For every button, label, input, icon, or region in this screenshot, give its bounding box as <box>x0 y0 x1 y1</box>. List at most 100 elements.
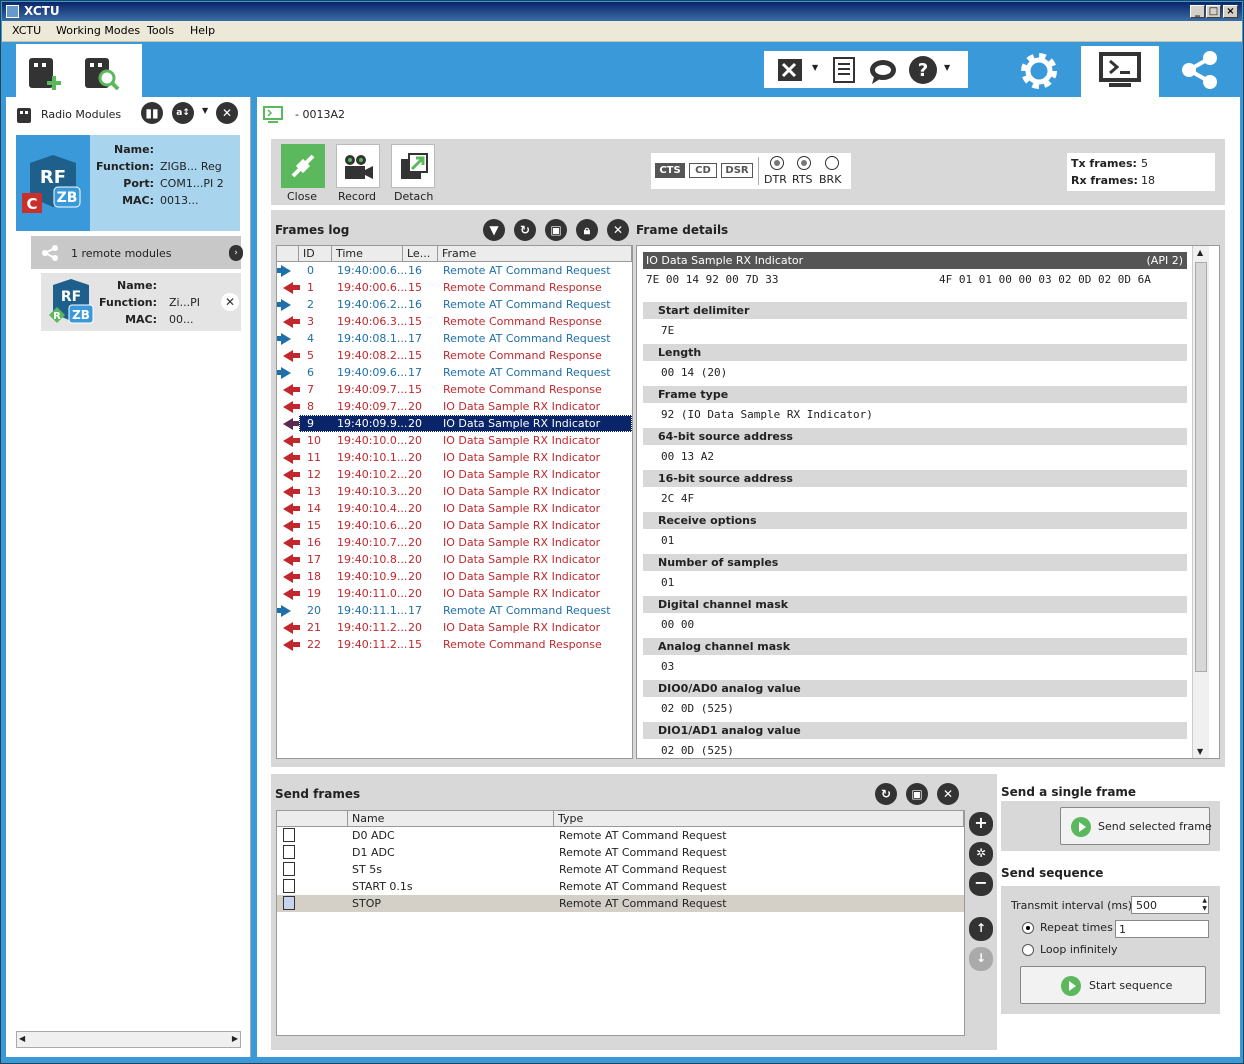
col-type[interactable]: Type <box>554 811 964 827</box>
send-frame-row[interactable]: START 0.1s Remote AT Command Request <box>277 878 964 895</box>
send-frame-row[interactable]: ST 5s Remote AT Command Request <box>277 861 964 878</box>
clear-frames-icon[interactable]: ✕ <box>607 219 629 241</box>
frame-row[interactable]: 5 19:40:08.2... 15 Remote Command Response <box>277 347 631 364</box>
interval-input[interactable]: 500 ▲ ▼ <box>1131 896 1209 914</box>
frame-row[interactable]: 16 19:40:10.7... 20 IO Data Sample RX Indic… <box>277 534 631 551</box>
frame-row[interactable]: 10 19:40:10.0... 20 IO Data Sample RX Indic… <box>277 432 631 449</box>
detach-button[interactable] <box>391 144 435 188</box>
save-send-frames-icon[interactable]: ▣ <box>906 783 928 805</box>
remove-all-modules-icon[interactable]: ✕ <box>216 102 238 124</box>
tools-icon[interactable] <box>776 57 804 83</box>
frame-row[interactable]: 15 19:40:10.6... 20 IO Data Sample RX Indic… <box>277 517 631 534</box>
frame-row[interactable]: 0 19:40:00.6... 16 Remote AT Command Reques… <box>277 262 631 279</box>
close-connection-button[interactable] <box>281 144 325 188</box>
frame-row[interactable]: 4 19:40:08.1... 17 Remote AT Command Reques… <box>277 330 631 347</box>
loop-infinitely-radio[interactable] <box>1022 944 1034 956</box>
frame-row[interactable]: 2 19:40:06.2... 16 Remote AT Command Reques… <box>277 296 631 313</box>
scroll-up-icon[interactable]: ▲ <box>1197 248 1203 257</box>
rts-toggle[interactable] <box>797 156 811 170</box>
help-dropdown-icon[interactable]: ▼ <box>944 63 950 72</box>
save-frames-icon[interactable]: ▣ <box>545 219 567 241</box>
col-frame[interactable]: Frame <box>438 246 632 262</box>
scroll-left-icon[interactable]: ◀ <box>19 1034 25 1043</box>
send-frame-row[interactable]: D0 ADC Remote AT Command Request <box>277 827 964 844</box>
add-frame-icon[interactable]: + <box>969 812 993 836</box>
remove-remote-icon[interactable]: ✕ <box>221 293 239 311</box>
help-icon[interactable]: ? <box>908 55 938 85</box>
repeat-times-radio[interactable] <box>1022 922 1034 934</box>
send-frame-row[interactable]: STOP Remote AT Command Request <box>277 895 964 912</box>
frame-type: IO Data Sample RX Indicator <box>443 451 601 464</box>
menu-working-modes[interactable]: Working Modes <box>56 24 140 37</box>
move-down-icon[interactable]: ↓ <box>969 947 993 971</box>
frame-row[interactable]: 1 19:40:00.6... 15 Remote Command Response <box>277 279 631 296</box>
consoles-mode-tab[interactable] <box>1081 46 1159 97</box>
frame-row[interactable]: 20 19:40:11.1... 17 Remote AT Command Reque… <box>277 602 631 619</box>
local-module-info: Name: Function: ZIGB... Reg Port: COM1..… <box>90 135 240 231</box>
load-send-frames-icon[interactable]: ↻ <box>875 783 897 805</box>
frame-id: 11 <box>307 451 321 464</box>
interval-down-icon[interactable]: ▼ <box>1202 905 1207 912</box>
edit-frame-icon[interactable]: ✲ <box>969 842 993 866</box>
minimize-button[interactable]: _ <box>1190 5 1205 18</box>
local-module-card[interactable]: RF ZB C Name: Function: ZIGB... Reg Port… <box>16 135 240 231</box>
configuration-mode-icon[interactable] <box>1018 50 1060 92</box>
sort-modules-icon[interactable]: a↕ <box>172 102 194 124</box>
frame-row[interactable]: 17 19:40:10.8... 20 IO Data Sample RX Indic… <box>277 551 631 568</box>
field-value: 92 (IO Data Sample RX Indicator) <box>661 408 873 421</box>
move-up-icon[interactable]: ↑ <box>969 917 993 941</box>
remove-frame-icon[interactable]: − <box>969 872 993 896</box>
frame-row[interactable]: 13 19:40:10.3... 20 IO Data Sample RX Indic… <box>277 483 631 500</box>
col-name[interactable]: Name <box>348 811 554 827</box>
dtr-toggle[interactable] <box>770 156 784 170</box>
network-mode-icon[interactable] <box>1178 48 1222 92</box>
lock-scroll-icon[interactable]: 🔒︎ <box>576 219 598 241</box>
frame-row[interactable]: 8 19:40:09.7... 20 IO Data Sample RX Indica… <box>277 398 631 415</box>
filter-frames-icon[interactable]: ▼ <box>483 219 505 241</box>
frame-row[interactable]: 6 19:40:09.6... 17 Remote AT Command Reques… <box>277 364 631 381</box>
frame-row[interactable]: 14 19:40:10.4... 20 IO Data Sample RX Indic… <box>277 500 631 517</box>
remote-modules-header[interactable]: 1 remote modules › <box>31 236 243 269</box>
send-selected-frame-button[interactable]: Send selected frame <box>1060 807 1212 845</box>
feedback-icon[interactable] <box>868 57 900 85</box>
maximize-button[interactable]: □ <box>1206 5 1221 18</box>
scroll-right-icon[interactable]: ▶ <box>232 1034 238 1043</box>
start-sequence-button[interactable]: Start sequence <box>1020 966 1206 1004</box>
details-scrollbar[interactable]: ▲ ▼ <box>1192 246 1209 758</box>
frame-row[interactable]: 18 19:40:10.9... 20 IO Data Sample RX Indic… <box>277 568 631 585</box>
tools-dropdown-icon[interactable]: ▼ <box>812 63 818 72</box>
menu-xctu[interactable]: XCTU <box>12 24 41 37</box>
frame-row[interactable]: 21 19:40:11.2... 20 IO Data Sample RX Indic… <box>277 619 631 636</box>
record-button[interactable] <box>336 144 380 188</box>
send-frame-row[interactable]: D1 ADC Remote AT Command Request <box>277 844 964 861</box>
add-device-icon[interactable] <box>26 54 64 92</box>
frames-generator-icon[interactable] <box>832 56 856 84</box>
frame-row[interactable]: 19 19:40:11.0... 20 IO Data Sample RX Indic… <box>277 585 631 602</box>
frame-row[interactable]: 7 19:40:09.7... 15 Remote Command Response <box>277 381 631 398</box>
frame-row[interactable]: 3 19:40:06.3... 15 Remote Command Response <box>277 313 631 330</box>
menu-help[interactable]: Help <box>190 24 215 37</box>
scroll-thumb[interactable] <box>1195 262 1207 672</box>
brk-toggle[interactable] <box>825 156 839 170</box>
filter-modules-icon[interactable]: ▮▮ <box>141 102 163 124</box>
collapse-remote-icon[interactable]: › <box>229 245 243 261</box>
sort-dropdown-icon[interactable]: ▼ <box>202 106 208 115</box>
col-length[interactable]: Le... <box>403 246 438 262</box>
remote-modules-count: 1 remote modules <box>71 247 172 260</box>
clear-send-frames-icon[interactable]: ✕ <box>937 783 959 805</box>
discover-devices-icon[interactable] <box>82 54 122 92</box>
frame-row[interactable]: 22 19:40:11.2... 15 Remote Command Response <box>277 636 631 653</box>
col-time[interactable]: Time <box>332 246 403 262</box>
horizontal-scrollbar[interactable]: ◀ ▶ <box>16 1031 241 1048</box>
load-frames-icon[interactable]: ↻ <box>514 219 536 241</box>
col-id[interactable]: ID <box>299 246 332 262</box>
repeat-times-input[interactable]: 1 <box>1115 920 1209 938</box>
close-window-button[interactable]: × <box>1223 5 1238 18</box>
remote-module-card[interactable]: RF ZB R Name: Function: Zi...PI MAC: 00.… <box>41 273 241 331</box>
menu-tools[interactable]: Tools <box>147 24 174 37</box>
scroll-down-icon[interactable]: ▼ <box>1197 747 1203 756</box>
frame-row[interactable]: 9 19:40:09.9... 20 IO Data Sample RX Indica… <box>277 415 632 432</box>
interval-up-icon[interactable]: ▲ <box>1202 897 1207 904</box>
frame-row[interactable]: 11 19:40:10.1... 20 IO Data Sample RX Indic… <box>277 449 631 466</box>
frame-row[interactable]: 12 19:40:10.2... 20 IO Data Sample RX Indic… <box>277 466 631 483</box>
